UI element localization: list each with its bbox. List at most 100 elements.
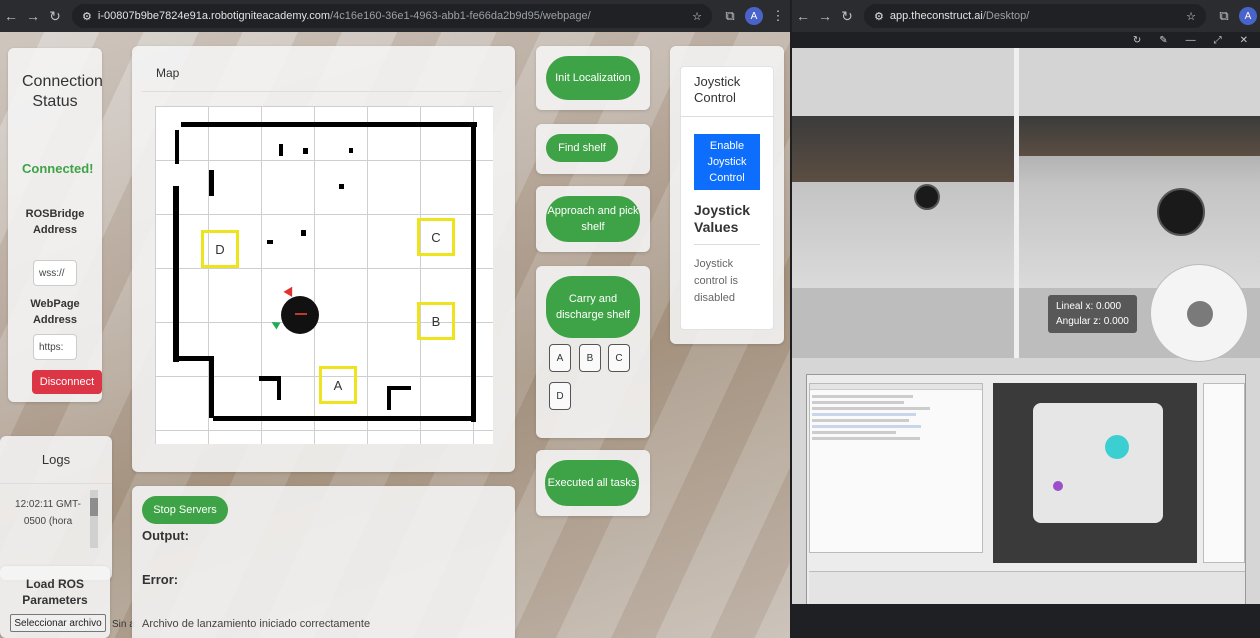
load-ros-params-title: Load ROS Parameters bbox=[22, 577, 88, 607]
edit-icon[interactable]: ✎ bbox=[1159, 35, 1167, 46]
choose-file-button[interactable]: Seleccionar archivo bbox=[10, 614, 106, 632]
map-wall bbox=[349, 148, 353, 153]
camera-feed-left bbox=[792, 48, 1014, 358]
url-host: app.theconstruct.ai bbox=[889, 10, 983, 22]
shelf-marker-b[interactable]: B bbox=[417, 302, 455, 340]
carry-discharge-button[interactable]: Carry and discharge shelf bbox=[546, 276, 640, 338]
find-shelf-button[interactable]: Find shelf bbox=[546, 134, 618, 162]
virtual-joystick[interactable] bbox=[1150, 264, 1248, 362]
webpage-address-label: WebPage Address bbox=[30, 298, 80, 326]
joystick-divider bbox=[680, 116, 774, 117]
map-wall bbox=[471, 122, 476, 422]
robot-marker bbox=[281, 296, 319, 334]
close-icon[interactable]: ✕ bbox=[1240, 35, 1248, 46]
bookmark-star-icon[interactable]: ☆ bbox=[1186, 10, 1196, 23]
forward-arrow-icon[interactable]: → bbox=[22, 8, 44, 24]
rosbridge-address-input[interactable]: wss:// bbox=[33, 260, 77, 286]
extensions-icon[interactable]: ⧉ bbox=[1212, 8, 1236, 24]
map-wall bbox=[303, 148, 308, 154]
shelf-marker-d[interactable]: D bbox=[201, 230, 239, 268]
camera-robot-close bbox=[1157, 188, 1205, 236]
robot-control-webpage: Connection Status Connected! ROSBridge A… bbox=[0, 32, 790, 638]
target-d-button[interactable]: D bbox=[549, 382, 571, 410]
log-entry: 12:02:11 GMT-0500 (hora bbox=[15, 499, 81, 527]
occupancy-map[interactable]: D C B A bbox=[155, 106, 493, 444]
map-wall bbox=[213, 416, 475, 421]
desktop-toolbar: ↻ ✎ — ⤢ ✕ bbox=[792, 32, 1260, 48]
shelf-marker-a[interactable]: A bbox=[319, 366, 357, 404]
load-ros-params-card: Load ROS Parameters Seleccionar archivo bbox=[0, 566, 110, 638]
rviz-views-panel[interactable] bbox=[1203, 383, 1245, 563]
shelf-marker-c[interactable]: C bbox=[417, 218, 455, 256]
menu-kebab-icon[interactable]: ⋮ bbox=[766, 8, 790, 24]
back-arrow-icon[interactable]: ← bbox=[792, 8, 814, 24]
joystick-card: Joystick Control Enable Joystick Control… bbox=[670, 46, 784, 344]
joystick-values-title: Joystick Values bbox=[694, 202, 751, 235]
map-wall bbox=[267, 240, 273, 244]
rviz-displays-panel[interactable] bbox=[809, 383, 983, 553]
disconnect-button[interactable]: Disconnect bbox=[32, 370, 102, 394]
executed-all-button[interactable]: Executed all tasks bbox=[545, 460, 639, 506]
camera-robot bbox=[914, 184, 940, 210]
fullscreen-icon[interactable]: ⤢ bbox=[1214, 35, 1222, 46]
map-wall bbox=[277, 376, 281, 400]
forward-arrow-icon[interactable]: → bbox=[814, 8, 836, 24]
extensions-icon[interactable]: ⧉ bbox=[718, 8, 742, 24]
reload-icon[interactable]: ↻ bbox=[836, 8, 858, 25]
rviz-3d-view[interactable] bbox=[993, 383, 1197, 563]
remote-desktop-view[interactable]: ↻ ✎ — ⤢ ✕ Lineal x: 0.000 Angular z: 0.0… bbox=[792, 32, 1260, 638]
output-label: Output: bbox=[142, 528, 189, 543]
joystick-values-divider bbox=[694, 244, 760, 245]
left-address-bar[interactable]: ⚙ i-00807b9be7824e91a.robotigniteacademy… bbox=[72, 4, 712, 28]
logs-title: Logs bbox=[0, 436, 112, 484]
map-wall bbox=[209, 356, 214, 418]
bookmark-star-icon[interactable]: ☆ bbox=[692, 10, 702, 23]
map-title: Map bbox=[142, 54, 502, 92]
stop-servers-button[interactable]: Stop Servers bbox=[142, 496, 228, 524]
init-localization-card: Init Localization bbox=[536, 46, 650, 110]
logs-card: Logs 12:02:11 GMT-0500 (hora bbox=[0, 436, 112, 580]
map-wall bbox=[173, 356, 213, 361]
map-wall bbox=[173, 186, 179, 362]
enable-joystick-button[interactable]: Enable Joystick Control bbox=[694, 134, 760, 190]
url-path: /4c16e160-36e1-4963-abb1-fe66da2b9d95/we… bbox=[330, 10, 591, 22]
approach-pick-button[interactable]: Approach and pick shelf bbox=[546, 196, 640, 242]
target-c-button[interactable]: C bbox=[608, 344, 630, 372]
joystick-knob[interactable] bbox=[1187, 301, 1213, 327]
joystick-title: Joystick Control bbox=[694, 74, 741, 105]
map-wall bbox=[279, 144, 283, 156]
connection-status-card: Connection Status Connected! ROSBridge A… bbox=[8, 48, 103, 402]
url-host: i-00807b9be7824e91a.robotigniteacademy.c… bbox=[97, 10, 331, 22]
connection-status-value: Connected! bbox=[22, 161, 94, 176]
desktop-taskbar bbox=[792, 604, 1260, 638]
logs-scrollbar[interactable] bbox=[90, 490, 98, 548]
target-b-button[interactable]: B bbox=[579, 344, 601, 372]
map-wall bbox=[181, 122, 477, 127]
webpage-address-input[interactable]: https: bbox=[33, 334, 77, 360]
profile-avatar[interactable]: A bbox=[1236, 7, 1260, 26]
site-info-icon[interactable]: ⚙ bbox=[82, 10, 92, 23]
target-a-button[interactable]: A bbox=[549, 344, 571, 372]
init-localization-button[interactable]: Init Localization bbox=[546, 56, 640, 100]
lineal-x-value: Lineal x: 0.000 bbox=[1056, 301, 1122, 312]
site-info-icon[interactable]: ⚙ bbox=[874, 10, 884, 23]
map-wall bbox=[301, 230, 306, 236]
output-card: Stop Servers Output: Error: Archivo de l… bbox=[132, 486, 515, 638]
minimize-icon[interactable]: — bbox=[1186, 35, 1196, 46]
right-address-bar[interactable]: ⚙ app.theconstruct.ai /Desktop/ ☆ bbox=[864, 4, 1206, 28]
back-arrow-icon[interactable]: ← bbox=[0, 8, 22, 24]
connection-status-title: Connection Status bbox=[22, 73, 103, 110]
url-path: /Desktop/ bbox=[982, 10, 1030, 22]
rosbridge-address-label: ROSBridge Address bbox=[25, 208, 85, 236]
angular-z-value: Angular z: 0.000 bbox=[1056, 316, 1129, 327]
right-browser-toolbar: ← → ↻ ⚙ app.theconstruct.ai /Desktop/ ☆ … bbox=[792, 0, 1260, 32]
profile-avatar[interactable]: A bbox=[742, 7, 766, 26]
refresh-icon[interactable]: ↻ bbox=[1133, 35, 1141, 46]
reload-icon[interactable]: ↻ bbox=[44, 8, 66, 25]
velocity-overlay: Lineal x: 0.000 Angular z: 0.000 bbox=[1048, 295, 1137, 333]
map-wall bbox=[209, 170, 214, 196]
find-shelf-card: Find shelf bbox=[536, 124, 650, 174]
rviz-window[interactable] bbox=[806, 374, 1246, 624]
map-wall bbox=[339, 184, 344, 189]
approach-pick-card: Approach and pick shelf bbox=[536, 186, 650, 252]
